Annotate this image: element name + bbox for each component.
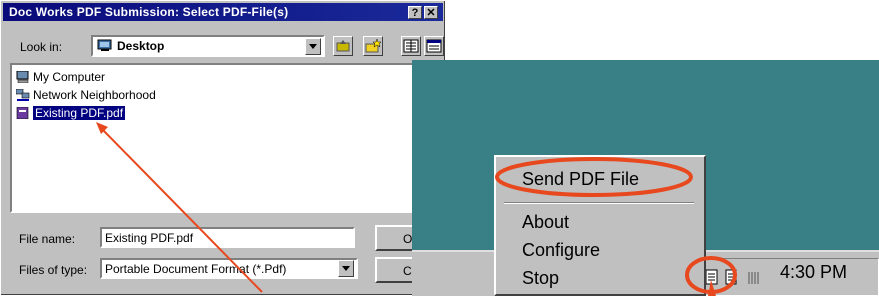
annotation-arrow-line — [100, 127, 263, 293]
annotation-arrowhead-tray — [708, 280, 716, 296]
highlight-oval-send-pdf — [495, 157, 693, 197]
annotation-overlay — [96, 122, 737, 296]
